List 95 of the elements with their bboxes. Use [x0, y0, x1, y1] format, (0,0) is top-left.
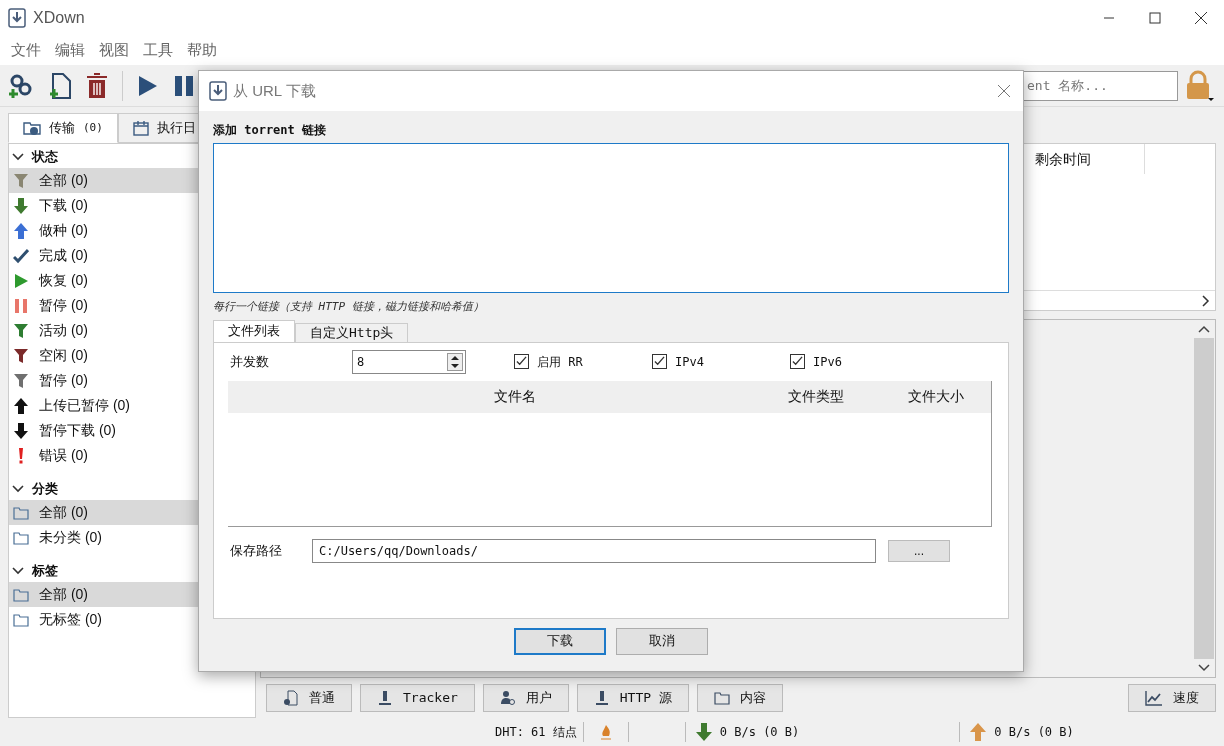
spin-arrows-icon[interactable] — [447, 352, 463, 371]
browse-button[interactable]: ... — [888, 539, 950, 562]
app-download-icon — [209, 81, 227, 101]
save-path-label: 保存路径 — [229, 541, 283, 560]
close-icon[interactable] — [997, 84, 1011, 98]
user-search-icon — [499, 690, 516, 706]
column-header: 文件名 — [492, 387, 537, 406]
up-arrow-icon — [13, 222, 29, 239]
links-label: 添加 torrent 链接 — [213, 122, 328, 139]
add-link-icon[interactable] — [8, 72, 34, 99]
tab[interactable]: 文件列表 — [213, 319, 295, 343]
download-speed: 0 B/s (0 B) — [719, 724, 800, 741]
section-title: 标签 — [32, 562, 58, 581]
detail-tab[interactable]: 内容 — [696, 684, 783, 712]
tab-label: 传输 — [49, 119, 75, 138]
pin-icon — [377, 690, 393, 706]
funnel-icon — [13, 322, 29, 339]
links-hint: 每行一个链接（支持 HTTP 链接，磁力链接和哈希值） — [213, 299, 485, 315]
down-arrow-icon — [13, 422, 29, 439]
play-icon — [13, 272, 29, 289]
menu-item[interactable]: 文件 — [4, 38, 48, 62]
folder-icon — [713, 690, 730, 706]
funnel-icon — [13, 372, 29, 389]
trash-icon[interactable] — [86, 72, 108, 99]
filter-item[interactable]: 做种 (0) — [9, 218, 255, 243]
scroll-down-icon[interactable] — [1198, 663, 1210, 673]
tab-count: (0) — [83, 119, 103, 136]
filter-item[interactable]: 暂停下载 (0) — [9, 418, 255, 443]
folder-icon — [13, 529, 29, 546]
filter-item[interactable]: 无标签 (0) — [9, 607, 255, 632]
detail-tab[interactable]: 用户 — [482, 684, 569, 712]
option-label: 启用 RR — [537, 353, 583, 371]
play-icon[interactable] — [137, 73, 159, 98]
add-file-icon[interactable] — [48, 72, 72, 99]
links-input[interactable] — [213, 143, 1009, 293]
menu-item[interactable]: 帮助 — [180, 38, 224, 62]
column-header: 文件大小 — [907, 387, 965, 406]
concurrency-spinbox[interactable]: 8 — [352, 349, 466, 374]
dht-status: DHT: 61 结点 — [495, 724, 578, 741]
flame-icon — [599, 724, 612, 740]
check-icon — [13, 247, 29, 264]
upload-arrow-icon — [970, 723, 987, 741]
option-label: IPv6 — [813, 353, 842, 371]
scroll-right-icon[interactable] — [1201, 294, 1211, 307]
chevron-icon[interactable] — [12, 151, 24, 163]
calendar-icon — [132, 120, 149, 136]
folder-icon — [13, 611, 29, 628]
chevron-icon[interactable] — [12, 565, 24, 577]
folders-icon — [23, 120, 41, 136]
folder-icon — [13, 586, 29, 603]
down-arrow-icon — [13, 197, 29, 214]
dialog-button[interactable]: 下载 — [514, 627, 606, 655]
detail-tab[interactable]: 普通 — [266, 684, 352, 712]
speed-button[interactable]: 速度 — [1128, 684, 1216, 712]
dialog-button[interactable]: 取消 — [616, 627, 708, 655]
download-arrow-icon — [695, 723, 712, 741]
section-title: 状态 — [32, 148, 58, 167]
menu-item[interactable]: 工具 — [136, 38, 180, 62]
chevron-icon[interactable] — [12, 483, 24, 495]
filter-item[interactable]: 下载 (0) — [9, 193, 255, 218]
column-header: 剩余时间 — [1025, 144, 1145, 174]
scroll-up-icon[interactable] — [1198, 324, 1210, 334]
up-arrow-icon — [13, 397, 29, 414]
filter-item[interactable]: 恢复 (0) — [9, 268, 255, 293]
filter-item[interactable]: 错误 (0) — [9, 443, 255, 468]
filter-item[interactable]: 完成 (0) — [9, 243, 255, 268]
save-path-field[interactable]: C:/Users/qq/Downloads/ — [312, 538, 876, 563]
pause-icon — [13, 297, 29, 314]
detail-tab[interactable]: Tracker — [360, 684, 475, 712]
menu-item[interactable]: 视图 — [92, 38, 136, 62]
window-title: XDown — [33, 7, 85, 28]
document-gear-icon — [283, 690, 299, 706]
tab[interactable]: 传输 (0) — [8, 113, 118, 143]
menu-item[interactable]: 编辑 — [48, 38, 92, 62]
checkbox[interactable] — [790, 354, 805, 369]
funnel-icon — [13, 172, 29, 189]
upload-speed: 0 B/s (0 B) — [994, 724, 1074, 741]
funnel-icon — [13, 347, 29, 364]
app-download-icon — [8, 7, 26, 28]
line-chart-icon — [1145, 690, 1163, 706]
checkbox[interactable] — [652, 354, 667, 369]
section-title: 分类 — [32, 480, 58, 499]
column-header: 文件类型 — [787, 387, 845, 406]
option-label: IPv4 — [675, 353, 704, 371]
filter-item[interactable]: 上传已暂停 (0) — [9, 393, 255, 418]
tab-label: 执行日 — [156, 119, 196, 138]
pin-icon — [593, 690, 610, 706]
filter-item[interactable]: 暂停 (0) — [9, 368, 255, 393]
concurrency-label: 并发数 — [229, 352, 270, 371]
pause-icon[interactable] — [173, 73, 195, 98]
dialog-title: 从 URL 下载 — [233, 80, 316, 101]
tab[interactable]: 自定义Http头 — [295, 322, 409, 343]
checkbox[interactable] — [514, 354, 529, 369]
detail-tab[interactable]: HTTP 源 — [576, 684, 689, 712]
folder-icon — [13, 504, 29, 521]
